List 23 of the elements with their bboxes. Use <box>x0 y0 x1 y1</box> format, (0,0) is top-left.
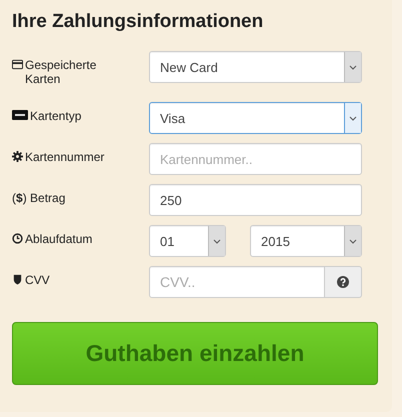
chevron-down-icon <box>213 238 221 244</box>
help-addon[interactable] <box>325 266 362 298</box>
dropdown[interactable]: 2015 <box>250 225 362 257</box>
field-label: CVV <box>25 273 50 287</box>
input-field[interactable]: 250 <box>149 184 362 216</box>
field-label: ($) Betrag <box>12 191 66 205</box>
form-title: Ihre Zahlungsinformationen <box>12 10 264 34</box>
shield-icon <box>12 274 23 285</box>
card-icon <box>12 110 28 120</box>
help-icon <box>337 276 349 288</box>
chevron-down-icon <box>349 238 357 244</box>
gear-icon <box>12 151 23 162</box>
field-label: Kartennummer <box>25 150 104 164</box>
field-label: Gespeicherte Karten <box>25 58 98 86</box>
clock-icon <box>12 233 23 244</box>
chevron-down-icon <box>349 64 357 70</box>
dropdown[interactable]: Visa <box>149 102 362 134</box>
field-label: Ablaufdatum <box>25 232 92 246</box>
chevron-down-icon <box>349 116 357 120</box>
field-label: Kartentyp <box>30 109 82 123</box>
dropdown[interactable]: New Card <box>149 51 362 83</box>
dropdown[interactable]: 01 <box>149 225 226 257</box>
credit-card-icon <box>12 59 23 70</box>
